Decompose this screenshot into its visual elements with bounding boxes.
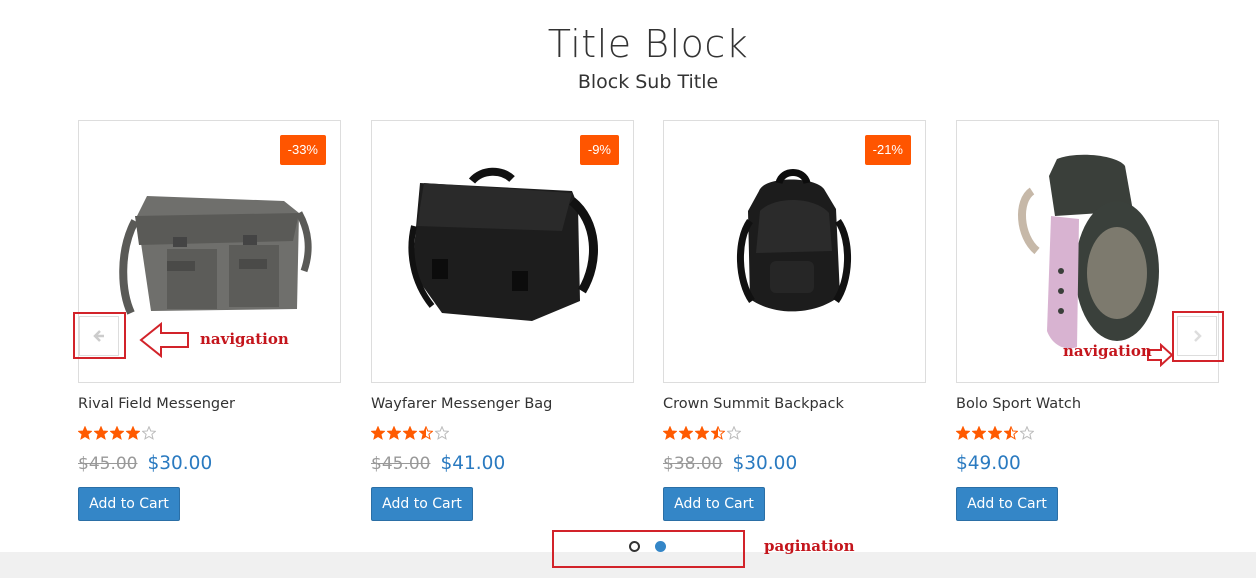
special-price: $30.00 <box>147 453 213 474</box>
price-box: $45.00 $41.00 <box>371 453 505 474</box>
block-title: Title Block <box>547 22 749 66</box>
star-full-icon <box>125 425 141 440</box>
annotation-box-right-nav <box>1172 311 1224 362</box>
rating-stars <box>955 425 1036 444</box>
annotation-box-pagination <box>552 530 745 568</box>
discount-badge: -33% <box>279 135 326 165</box>
annotation-box-left-nav <box>73 312 126 359</box>
star-full-icon <box>694 425 710 440</box>
rating-stars <box>77 425 158 444</box>
product-image[interactable]: -9% <box>371 120 634 383</box>
product-card[interactable]: -9% Wayfarer Messenger Bag $45.00 $41.00 … <box>370 120 634 530</box>
star-full-icon <box>987 425 1003 440</box>
product-name[interactable]: Rival Field Messenger <box>78 396 235 412</box>
special-price: $41.00 <box>440 453 506 474</box>
star-full-icon <box>402 425 418 440</box>
annotation-label-left-nav: navigation <box>200 330 289 348</box>
pagination-dot-2-active[interactable] <box>655 541 666 552</box>
rating-stars <box>370 425 451 444</box>
product-name[interactable]: Bolo Sport Watch <box>956 396 1081 412</box>
star-full-icon <box>678 425 694 440</box>
regular-price: $49.00 <box>956 453 1021 474</box>
annotation-label-pagination: pagination <box>764 537 855 555</box>
annotation-arrow-left-icon <box>139 321 189 359</box>
product-image[interactable]: -21% <box>663 120 926 383</box>
old-price: $38.00 <box>663 454 723 474</box>
pagination-dot-1[interactable] <box>629 541 640 552</box>
star-empty-icon <box>1019 425 1035 440</box>
rating-stars <box>662 425 743 444</box>
star-full-icon <box>93 425 109 440</box>
star-half-icon <box>710 425 726 440</box>
annotation-label-right-nav: navigation <box>1063 342 1152 360</box>
add-to-cart-button[interactable]: Add to Cart <box>371 487 473 521</box>
add-to-cart-button[interactable]: Add to Cart <box>78 487 180 521</box>
discount-badge: -9% <box>579 135 619 165</box>
block-subtitle: Block Sub Title <box>577 71 719 93</box>
star-full-icon <box>109 425 125 440</box>
star-full-icon <box>386 425 402 440</box>
add-to-cart-button[interactable]: Add to Cart <box>956 487 1058 521</box>
old-price: $45.00 <box>78 454 138 474</box>
product-name[interactable]: Crown Summit Backpack <box>663 396 844 412</box>
star-half-icon <box>1003 425 1019 440</box>
add-to-cart-button[interactable]: Add to Cart <box>663 487 765 521</box>
price-box: $45.00 $30.00 <box>78 453 212 474</box>
star-half-icon <box>418 425 434 440</box>
product-card[interactable]: -21% Crown Summit Backpack $38.00 $30.00 … <box>662 120 926 530</box>
product-name[interactable]: Wayfarer Messenger Bag <box>371 396 552 412</box>
price-box: $49.00 <box>956 453 1021 474</box>
star-full-icon <box>971 425 987 440</box>
discount-badge: -21% <box>864 135 911 165</box>
star-full-icon <box>955 425 971 440</box>
star-empty-icon <box>726 425 742 440</box>
star-empty-icon <box>141 425 157 440</box>
star-full-icon <box>77 425 93 440</box>
star-full-icon <box>370 425 386 440</box>
special-price: $30.00 <box>732 453 798 474</box>
star-empty-icon <box>434 425 450 440</box>
old-price: $45.00 <box>371 454 431 474</box>
price-box: $38.00 $30.00 <box>663 453 797 474</box>
star-full-icon <box>662 425 678 440</box>
